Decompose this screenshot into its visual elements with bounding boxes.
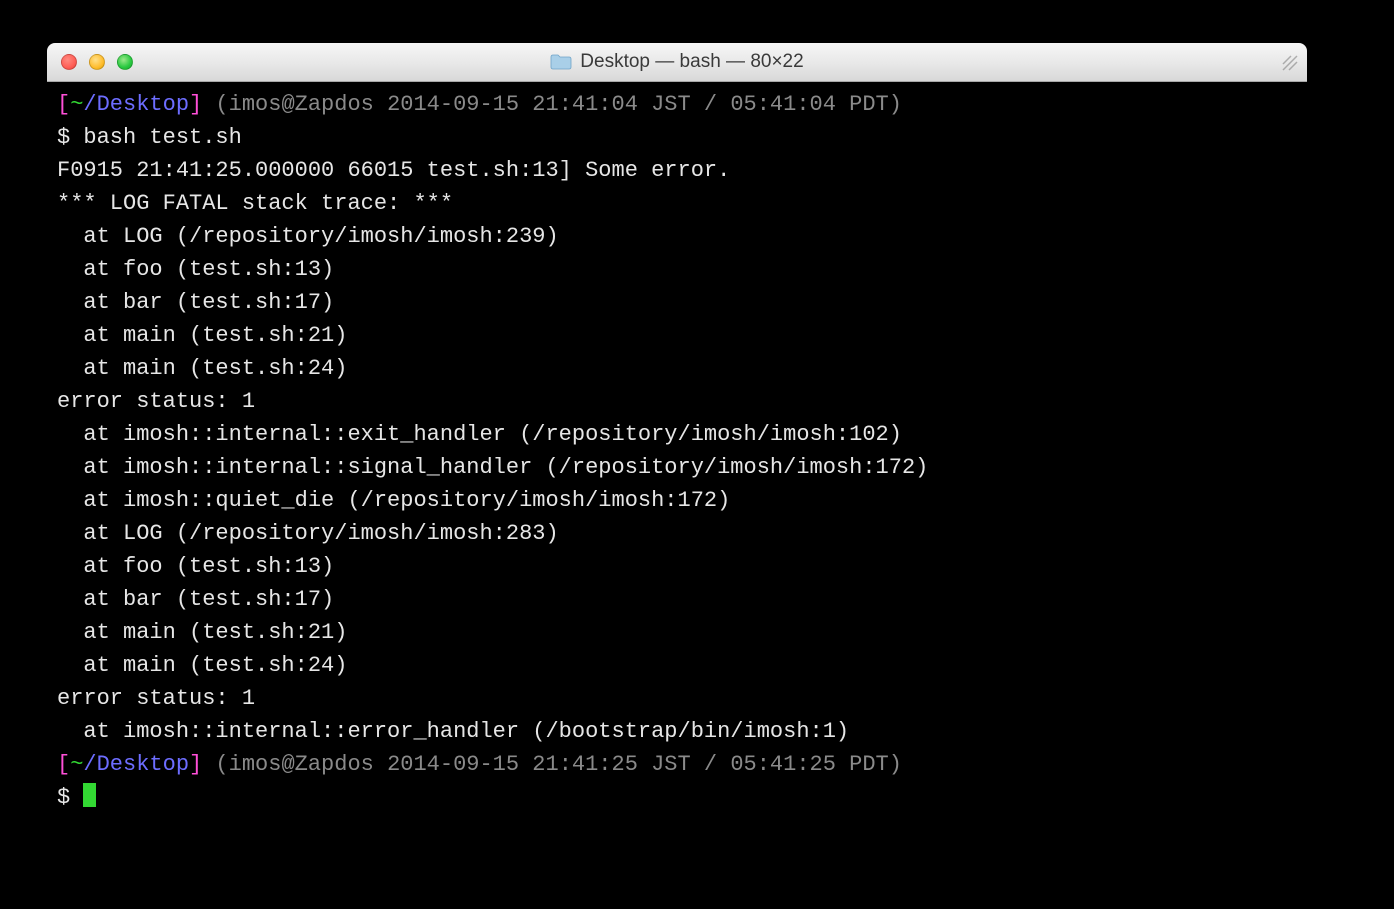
output-line: at main (test.sh:24)	[57, 653, 347, 678]
output-line: at main (test.sh:21)	[57, 323, 347, 348]
zoom-button[interactable]	[117, 54, 133, 70]
close-button[interactable]	[61, 54, 77, 70]
folder-icon	[550, 54, 572, 70]
output-line: F0915 21:41:25.000000 66015 test.sh:13] …	[57, 158, 730, 183]
output-line: at LOG (/repository/imosh/imosh:239)	[57, 224, 559, 249]
prompt-path: /Desktop	[83, 752, 189, 777]
output-line: at imosh::internal::signal_handler (/rep…	[57, 455, 928, 480]
command-line: $	[57, 785, 83, 810]
command-line: $ bash test.sh	[57, 125, 242, 150]
cursor-block	[83, 783, 96, 807]
prompt-meta: (imos@Zapdos 2014-09-15 21:41:04 JST / 0…	[202, 92, 902, 117]
output-line: error status: 1	[57, 686, 255, 711]
prompt-path: /Desktop	[83, 92, 189, 117]
minimize-button[interactable]	[89, 54, 105, 70]
prompt-bracket-open: [	[57, 752, 70, 777]
window-title: Desktop — bash — 80×22	[47, 51, 1307, 73]
output-line: at LOG (/repository/imosh/imosh:283)	[57, 521, 559, 546]
output-line: at bar (test.sh:17)	[57, 587, 334, 612]
terminal-body[interactable]: [~/Desktop] (imos@Zapdos 2014-09-15 21:4…	[47, 82, 1307, 846]
output-line: error status: 1	[57, 389, 255, 414]
window-title-text: Desktop — bash — 80×22	[580, 51, 803, 73]
prompt-tilde: ~	[70, 752, 83, 777]
prompt-bracket-close: ]	[189, 92, 202, 117]
prompt-bracket-close: ]	[189, 752, 202, 777]
output-line: at main (test.sh:24)	[57, 356, 347, 381]
prompt-tilde: ~	[70, 92, 83, 117]
output-line: at foo (test.sh:13)	[57, 257, 334, 282]
window-titlebar[interactable]: Desktop — bash — 80×22	[47, 43, 1307, 82]
output-line: at imosh::internal::error_handler (/boot…	[57, 719, 849, 744]
output-line: at bar (test.sh:17)	[57, 290, 334, 315]
resize-icon[interactable]	[1281, 54, 1299, 72]
prompt-meta: (imos@Zapdos 2014-09-15 21:41:25 JST / 0…	[202, 752, 902, 777]
output-line: *** LOG FATAL stack trace: ***	[57, 191, 453, 216]
output-line: at foo (test.sh:13)	[57, 554, 334, 579]
terminal-window: Desktop — bash — 80×22 [~/Desktop] (imos…	[47, 43, 1307, 846]
output-line: at imosh::quiet_die (/repository/imosh/i…	[57, 488, 730, 513]
output-line: at main (test.sh:21)	[57, 620, 347, 645]
prompt-bracket-open: [	[57, 92, 70, 117]
output-line: at imosh::internal::exit_handler (/repos…	[57, 422, 902, 447]
window-controls	[61, 54, 133, 70]
